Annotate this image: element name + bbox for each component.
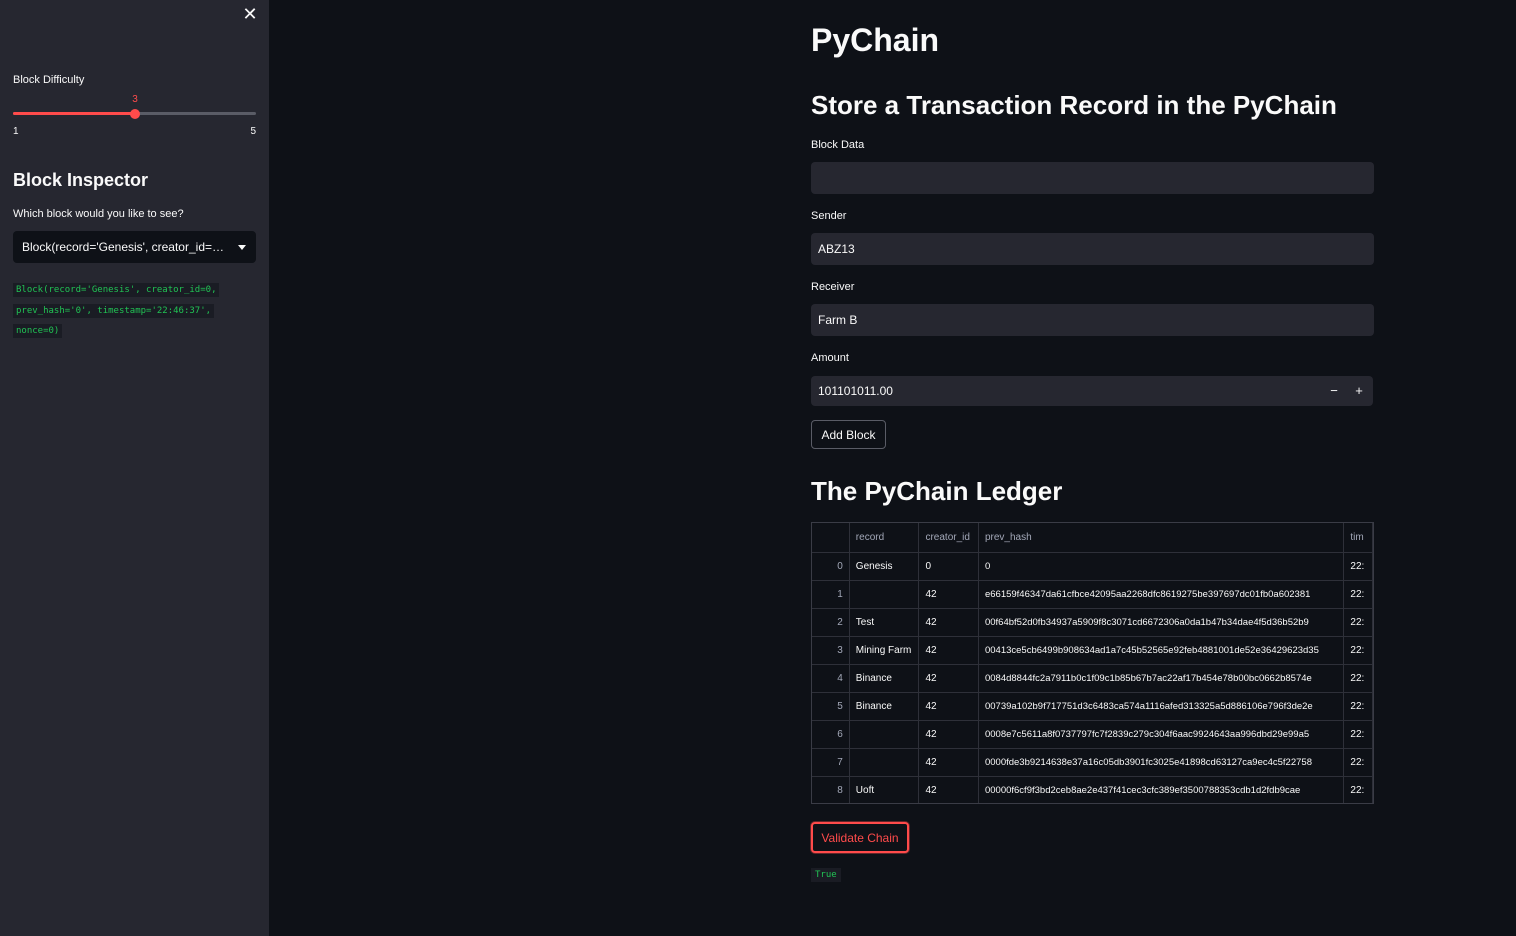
creator-id-cell[interactable]: 42 xyxy=(918,748,979,777)
sidebar: ✕ Block Difficulty 3 1 5 Block Inspector… xyxy=(0,0,269,936)
ledger-table[interactable]: record creator_id prev_hash tim 0 Genesis… xyxy=(811,522,1374,804)
prev-hash-cell[interactable]: 00f64bf52d0fb34937a5909f8c3071cd6672306a… xyxy=(978,608,1345,637)
form-heading: Store a Transaction Record in the PyChai… xyxy=(811,90,1337,120)
row-index[interactable]: 5 xyxy=(812,692,850,721)
row-index[interactable]: 7 xyxy=(812,748,850,777)
block-select[interactable]: Block(record='Genesis', creator_id=0, pr… xyxy=(13,231,256,263)
slider-thumb[interactable] xyxy=(130,108,140,119)
page-title: PyChain xyxy=(811,22,940,58)
timestamp-cell[interactable]: 22: xyxy=(1343,608,1373,637)
row-index[interactable]: 3 xyxy=(812,636,850,665)
timestamp-cell[interactable]: 22: xyxy=(1343,664,1373,693)
record-cell[interactable]: Mining Farm xyxy=(849,636,920,665)
add-block-button[interactable]: Add Block xyxy=(811,420,886,449)
prev-hash-cell[interactable]: 00000f6cf9f3bd2ceb8ae2e437f41cec3cfc389e… xyxy=(978,776,1345,803)
timestamp-cell[interactable]: 22: xyxy=(1343,776,1373,803)
record-cell[interactable]: Binance xyxy=(849,664,920,693)
block-data-label: Block Data xyxy=(811,139,865,151)
ledger-heading: The PyChain Ledger xyxy=(811,476,1063,506)
record-cell[interactable] xyxy=(849,720,920,749)
slider-min-label: 1 xyxy=(13,126,19,137)
table-row[interactable]: 4 Binance 42 0084d8844fc2a7911b0c1f09c1b85b… xyxy=(812,664,1373,693)
amount-label: Amount xyxy=(811,352,849,364)
creator-id-cell[interactable]: 42 xyxy=(918,580,979,609)
validation-result: True xyxy=(811,868,841,882)
slider-max-label: 5 xyxy=(250,126,256,137)
timestamp-cell[interactable]: 22: xyxy=(1343,748,1373,777)
row-index[interactable]: 6 xyxy=(812,720,850,749)
block-select-value: Block(record='Genesis', creator_id=0, pr… xyxy=(22,240,227,254)
code-line: prev_hash='0', timestamp='22:46:37', xyxy=(13,303,215,318)
block-difficulty-slider[interactable]: 3 1 5 xyxy=(13,94,256,138)
prev-hash-cell[interactable]: 0084d8844fc2a7911b0c1f09c1b85b67b7ac22af… xyxy=(978,664,1345,693)
table-row[interactable]: 1 42 e66159f46347da61cfbce42095aa2268dfc86… xyxy=(812,580,1373,609)
slider-value: 3 xyxy=(132,94,138,105)
row-index[interactable]: 1 xyxy=(812,580,850,609)
block-inspector-heading: Block Inspector xyxy=(13,170,149,190)
creator-id-cell[interactable]: 42 xyxy=(918,664,979,693)
table-row[interactable]: 2 Test 42 00f64bf52d0fb34937a5909f8c3071cd6… xyxy=(812,608,1373,637)
table-row[interactable]: 8 Uoft 42 00000f6cf9f3bd2ceb8ae2e437f41cec3… xyxy=(812,776,1373,803)
sender-label: Sender xyxy=(811,210,847,222)
timestamp-cell[interactable]: 22: xyxy=(1343,580,1373,609)
index-header[interactable] xyxy=(812,523,850,553)
close-icon[interactable]: ✕ xyxy=(242,5,258,23)
creator-id-cell[interactable]: 42 xyxy=(918,776,979,803)
block-select-label: Which block would you like to see? xyxy=(13,208,184,220)
code-line: Block(record='Genesis', creator_id=0, xyxy=(13,283,220,297)
record-cell[interactable] xyxy=(849,748,920,777)
amount-input[interactable]: 101101011.00 − + xyxy=(811,376,1373,406)
timestamp-cell[interactable]: 22: xyxy=(1343,720,1373,749)
receiver-input[interactable]: Farm B xyxy=(811,304,1374,336)
prev-hash-cell[interactable]: 0008e7c5611a8f0737797fc7f2839c279c304f6a… xyxy=(978,720,1345,749)
prev-hash-header[interactable]: prev_hash xyxy=(978,523,1345,553)
table-row[interactable]: 6 42 0008e7c5611a8f0737797fc7f2839c279c304… xyxy=(812,720,1373,749)
prev-hash-cell[interactable]: 0 xyxy=(978,552,1345,581)
prev-hash-cell[interactable]: e66159f46347da61cfbce42095aa2268dfc86192… xyxy=(978,580,1345,609)
creator-id-cell[interactable]: 42 xyxy=(918,720,979,749)
table-row[interactable]: 7 42 0000fde3b9214638e37a16c05db3901fc3025… xyxy=(812,748,1373,777)
block-difficulty-label: Block Difficulty xyxy=(13,74,85,86)
row-index[interactable]: 0 xyxy=(812,552,850,581)
sender-input[interactable]: ABZ13 xyxy=(811,233,1374,265)
row-index[interactable]: 4 xyxy=(812,664,850,693)
chevron-down-icon[interactable] xyxy=(238,245,246,250)
row-index[interactable]: 2 xyxy=(812,608,850,637)
creator-id-cell[interactable]: 42 xyxy=(918,608,979,637)
record-cell[interactable] xyxy=(849,580,920,609)
table-row[interactable]: 3 Mining Farm 42 00413ce5cb6499b908634ad1a7… xyxy=(812,636,1373,665)
creator-id-cell[interactable]: 42 xyxy=(918,692,979,721)
prev-hash-cell[interactable]: 00413ce5cb6499b908634ad1a7c45b52565e92fe… xyxy=(978,636,1345,665)
record-cell[interactable]: Test xyxy=(849,608,920,637)
validate-chain-button[interactable]: Validate Chain xyxy=(811,822,909,853)
block-data-input[interactable] xyxy=(811,162,1374,194)
record-cell[interactable]: Binance xyxy=(849,692,920,721)
prev-hash-cell[interactable]: 00739a102b9f717751d3c6483ca574a1116afed3… xyxy=(978,692,1345,721)
block-code-output: Block(record='Genesis', creator_id=0, pr… xyxy=(13,280,253,342)
creator-id-cell[interactable]: 42 xyxy=(918,636,979,665)
decrement-button[interactable]: − xyxy=(1324,382,1344,400)
receiver-label: Receiver xyxy=(811,281,855,293)
code-line: nonce=0) xyxy=(13,324,63,338)
record-cell[interactable]: Genesis xyxy=(849,552,920,581)
record-header[interactable]: record xyxy=(849,523,920,553)
record-cell[interactable]: Uoft xyxy=(849,776,920,803)
slider-fill xyxy=(13,112,135,115)
timestamp-header[interactable]: tim xyxy=(1343,523,1373,553)
timestamp-cell[interactable]: 22: xyxy=(1343,692,1373,721)
row-index[interactable]: 8 xyxy=(812,776,850,803)
prev-hash-cell[interactable]: 0000fde3b9214638e37a16c05db3901fc3025e41… xyxy=(978,748,1345,777)
table-row[interactable]: 5 Binance 42 00739a102b9f717751d3c6483ca574… xyxy=(812,692,1373,721)
creator-id-cell[interactable]: 0 xyxy=(918,552,979,581)
table-row[interactable]: 0 Genesis 0 0 22: xyxy=(812,552,1373,581)
timestamp-cell[interactable]: 22: xyxy=(1343,636,1373,665)
timestamp-cell[interactable]: 22: xyxy=(1343,552,1373,581)
increment-button[interactable]: + xyxy=(1349,382,1369,400)
table-header-row: record creator_id prev_hash tim xyxy=(812,523,1373,553)
amount-value: 101101011.00 xyxy=(818,384,893,398)
creator-id-header[interactable]: creator_id xyxy=(918,523,979,553)
